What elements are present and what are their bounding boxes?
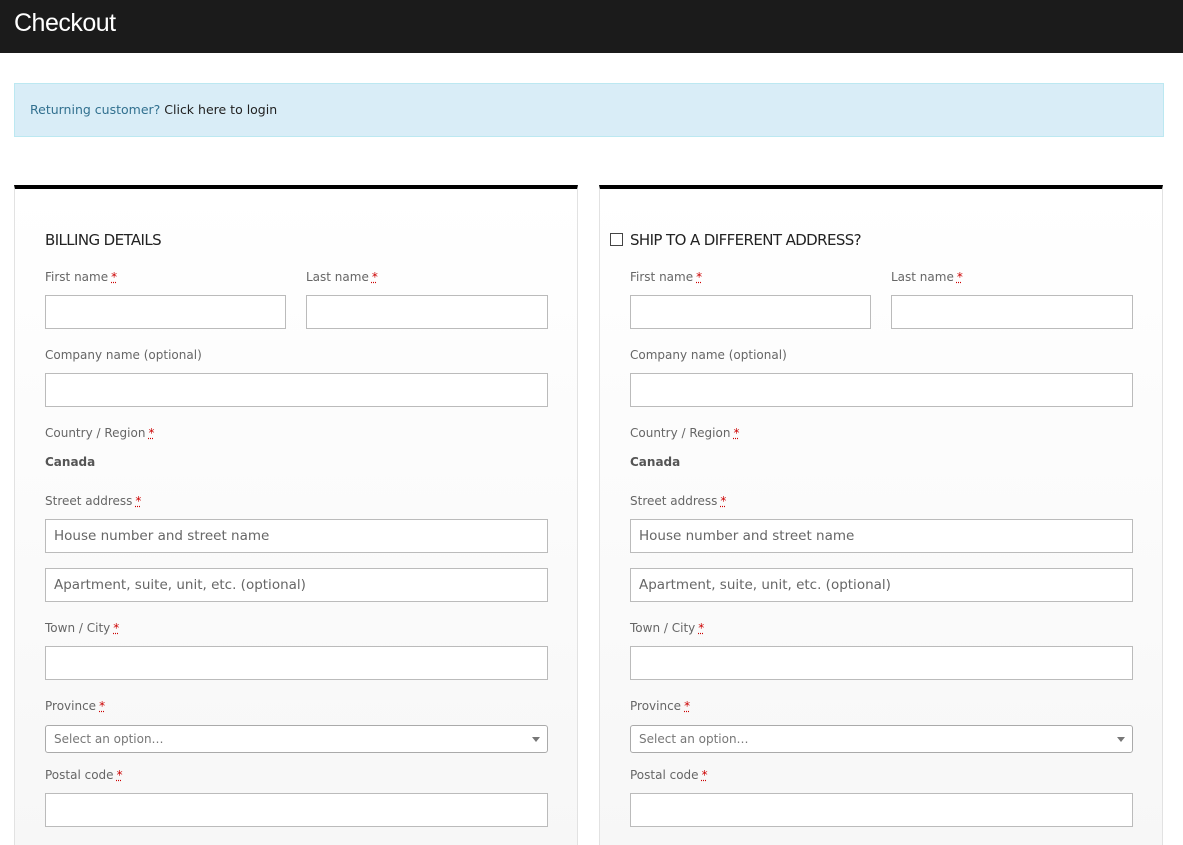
- required-mark: *: [684, 699, 691, 713]
- label-text: Street address: [45, 494, 133, 508]
- billing-last-name-label: Last name *: [306, 270, 378, 284]
- shipping-last-name-input[interactable]: [891, 295, 1133, 329]
- billing-details-title: BILLING DETAILS: [45, 231, 162, 249]
- billing-province-select[interactable]: Select an option…: [45, 725, 548, 753]
- required-mark: *: [99, 699, 106, 713]
- shipping-details-panel: SHIP TO A DIFFERENT ADDRESS? First name *…: [599, 185, 1163, 845]
- billing-country-value: Canada: [45, 455, 96, 469]
- billing-province-label: Province *: [45, 699, 105, 713]
- label-text: First name: [45, 270, 109, 284]
- notice-text: Returning customer? Click here to login: [30, 102, 277, 117]
- shipping-street-input[interactable]: [630, 519, 1133, 553]
- billing-street-input[interactable]: [45, 519, 548, 553]
- shipping-first-name-input[interactable]: [630, 295, 871, 329]
- billing-city-input[interactable]: [45, 646, 548, 680]
- label-text: Postal code: [630, 768, 699, 782]
- shipping-first-name-label: First name *: [630, 270, 702, 284]
- page-title: Checkout: [14, 9, 116, 37]
- billing-country-label: Country / Region *: [45, 426, 154, 440]
- required-mark: *: [720, 494, 727, 508]
- shipping-province-select[interactable]: Select an option…: [630, 725, 1133, 753]
- notice-prefix: Returning customer?: [30, 102, 161, 117]
- required-mark: *: [113, 621, 120, 635]
- label-text: Province: [45, 699, 97, 713]
- login-link[interactable]: Click here to login: [164, 102, 277, 117]
- shipping-last-name-label: Last name *: [891, 270, 963, 284]
- label-text: Town / City: [630, 621, 696, 635]
- required-mark: *: [956, 270, 963, 284]
- billing-details-panel: BILLING DETAILS First name * Last name * C…: [14, 185, 578, 845]
- billing-first-name-label: First name *: [45, 270, 117, 284]
- required-mark: *: [733, 426, 740, 440]
- billing-first-name-input[interactable]: [45, 295, 286, 329]
- billing-street-label: Street address *: [45, 494, 141, 508]
- required-mark: *: [371, 270, 378, 284]
- ship-different-address-checkbox[interactable]: [610, 233, 623, 246]
- shipping-postal-input[interactable]: [630, 793, 1133, 827]
- shipping-city-label: Town / City *: [630, 621, 704, 635]
- required-mark: *: [111, 270, 118, 284]
- label-text: Postal code: [45, 768, 114, 782]
- dropdown-caret-icon: [1117, 737, 1125, 742]
- label-text: Last name: [891, 270, 954, 284]
- label-text: First name: [630, 270, 694, 284]
- shipping-apartment-input[interactable]: [630, 568, 1133, 602]
- label-text: Street address: [630, 494, 718, 508]
- shipping-street-label: Street address *: [630, 494, 726, 508]
- returning-customer-notice: Returning customer? Click here to login: [14, 83, 1164, 137]
- required-mark: *: [135, 494, 142, 508]
- required-mark: *: [696, 270, 703, 284]
- label-text: Town / City: [45, 621, 111, 635]
- billing-city-label: Town / City *: [45, 621, 119, 635]
- ship-different-address-title[interactable]: SHIP TO A DIFFERENT ADDRESS?: [630, 231, 862, 249]
- required-mark: *: [701, 768, 708, 782]
- required-mark: *: [148, 426, 155, 440]
- billing-apartment-input[interactable]: [45, 568, 548, 602]
- shipping-company-label: Company name (optional): [630, 348, 787, 362]
- shipping-province-selected: Select an option…: [639, 732, 749, 746]
- shipping-country-label: Country / Region *: [630, 426, 739, 440]
- billing-province-selected: Select an option…: [54, 732, 164, 746]
- shipping-postal-label: Postal code *: [630, 768, 708, 782]
- billing-postal-input[interactable]: [45, 793, 548, 827]
- label-text: Province: [630, 699, 682, 713]
- shipping-company-input[interactable]: [630, 373, 1133, 407]
- billing-company-label: Company name (optional): [45, 348, 202, 362]
- billing-company-input[interactable]: [45, 373, 548, 407]
- billing-last-name-input[interactable]: [306, 295, 548, 329]
- billing-postal-label: Postal code *: [45, 768, 123, 782]
- shipping-country-value: Canada: [630, 455, 681, 469]
- label-text: Country / Region: [45, 426, 146, 440]
- shipping-province-label: Province *: [630, 699, 690, 713]
- label-text: Last name: [306, 270, 369, 284]
- dropdown-caret-icon: [532, 737, 540, 742]
- shipping-city-input[interactable]: [630, 646, 1133, 680]
- required-mark: *: [116, 768, 123, 782]
- required-mark: *: [698, 621, 705, 635]
- label-text: Country / Region: [630, 426, 731, 440]
- page-header: Checkout: [0, 0, 1183, 53]
